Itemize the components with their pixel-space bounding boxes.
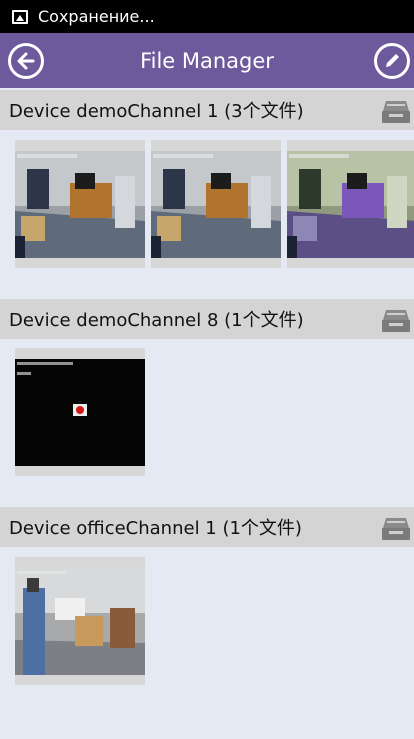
thumbnail-card[interactable] [15,140,145,268]
status-text: Сохранение... [38,7,155,26]
thumbnail-card[interactable] [15,557,145,685]
snapshot-image[interactable] [15,359,145,466]
tray-icon[interactable] [380,304,412,334]
back-button[interactable] [8,43,44,79]
section-title: Device demoChannel 1 (3个文件) [9,101,304,122]
snapshot-image[interactable] [15,568,145,675]
section-title: Device officeChannel 1 (1个文件) [9,518,302,539]
tray-icon[interactable] [380,512,412,542]
section-header-demo-channel-1[interactable]: Device demoChannel 1 (3个文件) [0,90,414,130]
page-title: File Manager [140,48,274,73]
section-header-demo-channel-8[interactable]: Device demoChannel 8 (1个文件) [0,299,414,339]
section-header-office-channel-1[interactable]: Device officeChannel 1 (1个文件) [0,507,414,547]
snapshot-image[interactable] [287,151,414,258]
status-bar: Сохранение... [0,0,414,33]
pencil-icon [386,54,399,67]
section-title: Device demoChannel 8 (1个文件) [9,310,304,331]
back-arrow-icon [17,52,35,70]
app-bar: File Manager [0,33,414,88]
snapshot-image[interactable] [151,151,281,258]
edit-button[interactable] [374,43,410,79]
thumbnail-card[interactable] [15,348,145,476]
tray-icon[interactable] [380,95,412,125]
snapshot-image[interactable] [15,151,145,258]
thumbnail-card[interactable] [287,140,414,268]
image-notification-icon [12,9,28,24]
thumbnail-card[interactable] [151,140,281,268]
